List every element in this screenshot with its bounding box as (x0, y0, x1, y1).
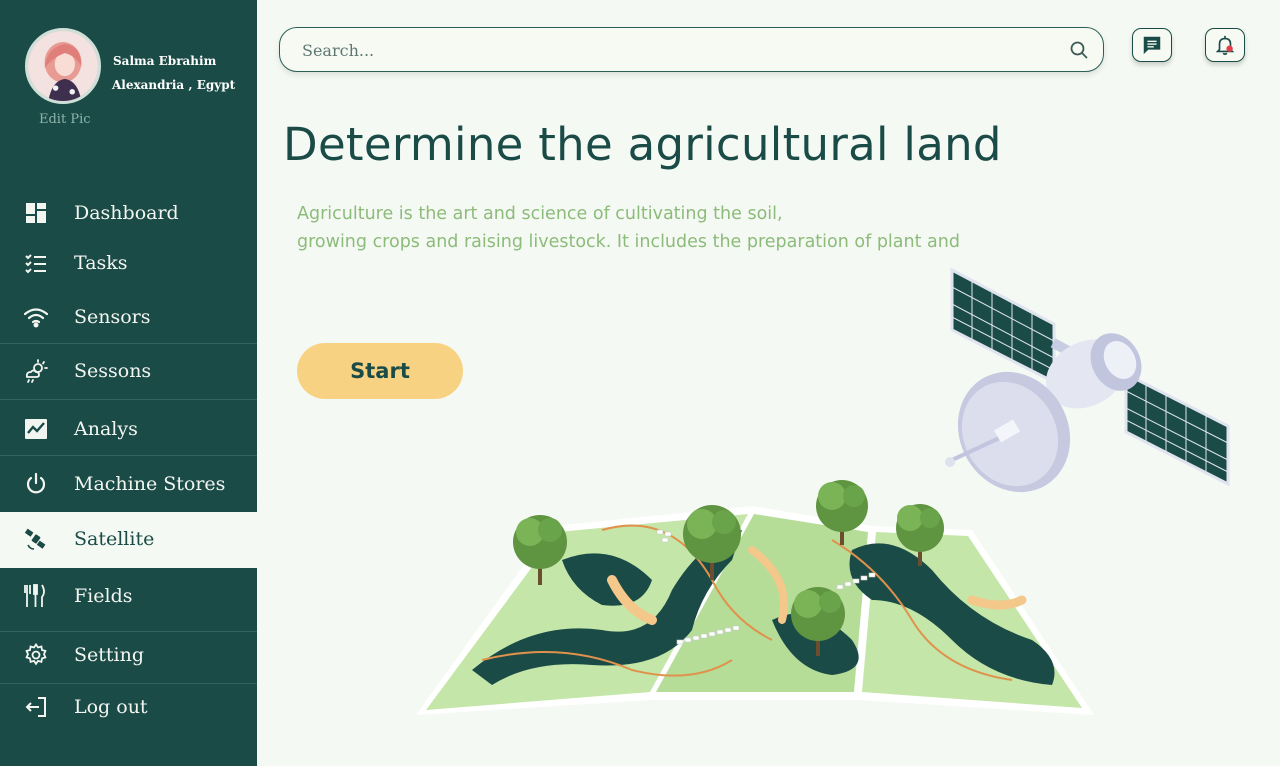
sidebar-divider (0, 683, 257, 684)
chart-icon (24, 417, 48, 441)
page-title: Determine the agricultural land (283, 118, 1002, 171)
satellite-icon (24, 527, 48, 551)
start-button[interactable]: Start (297, 343, 463, 399)
avatar[interactable] (25, 28, 101, 104)
sidebar-item-setting[interactable]: Setting (0, 638, 257, 672)
sidebar-item-machine-stores[interactable]: Machine Stores (0, 467, 257, 501)
sidebar: Salma Ebrahim Alexandria , Egypt Edit Pi… (0, 0, 257, 766)
sidebar-item-label: Satellite (74, 528, 155, 550)
farmland-map-illustration (416, 480, 1094, 715)
sidebar-item-label: Analys (74, 418, 138, 440)
avatar-illustration (28, 31, 98, 101)
page-description: Agriculture is the art and science of cu… (297, 200, 1057, 256)
edit-pic-link[interactable]: Edit Pic (39, 112, 91, 127)
sidebar-divider (0, 455, 257, 456)
sidebar-item-dashboard[interactable]: Dashboard (0, 196, 257, 230)
sidebar-item-tasks[interactable]: Tasks (0, 246, 257, 280)
utensils-icon (24, 584, 48, 608)
active-curve-top (227, 492, 257, 512)
wifi-icon (24, 305, 48, 329)
messages-button[interactable] (1132, 28, 1172, 62)
dashboard-icon (24, 201, 48, 225)
sidebar-divider (0, 343, 257, 344)
notifications-button[interactable] (1205, 28, 1245, 62)
sidebar-item-label: Sensors (74, 306, 151, 328)
sidebar-item-label: Tasks (74, 252, 128, 274)
satellite-illustration (945, 267, 1230, 493)
bell-icon (1215, 35, 1235, 55)
sidebar-item-label: Machine Stores (74, 473, 226, 495)
sidebar-item-analys[interactable]: Analys (0, 412, 257, 446)
sidebar-item-label: Fields (74, 585, 133, 607)
sidebar-item-label: Setting (74, 644, 145, 666)
chat-icon (1143, 36, 1161, 55)
sidebar-item-satellite[interactable]: Satellite (0, 522, 257, 556)
sidebar-item-logout[interactable]: Log out (0, 690, 257, 724)
sidebar-item-fields[interactable]: Fields (0, 579, 257, 613)
description-line-2: growing crops and raising livestock. It … (297, 232, 960, 252)
checklist-icon (24, 251, 48, 275)
user-location: Alexandria , Egypt (112, 78, 236, 92)
sidebar-item-label: Sessons (74, 360, 152, 382)
sidebar-divider (0, 631, 257, 632)
sidebar-item-label: Log out (74, 696, 148, 718)
search-input[interactable] (302, 38, 1042, 62)
search-icon[interactable] (1069, 40, 1089, 60)
description-line-1: Agriculture is the art and science of cu… (297, 204, 783, 224)
weather-icon (24, 359, 48, 383)
logout-icon (24, 695, 48, 719)
search-bar (279, 27, 1104, 72)
power-icon (24, 472, 48, 496)
profile-section: Salma Ebrahim Alexandria , Egypt Edit Pi… (0, 0, 257, 150)
sidebar-item-label: Dashboard (74, 202, 179, 224)
sidebar-item-sessons[interactable]: Sessons (0, 354, 257, 388)
gear-icon (24, 643, 48, 667)
sidebar-item-sensors[interactable]: Sensors (0, 300, 257, 334)
user-name: Salma Ebrahim (113, 54, 217, 68)
sidebar-divider (0, 399, 257, 400)
